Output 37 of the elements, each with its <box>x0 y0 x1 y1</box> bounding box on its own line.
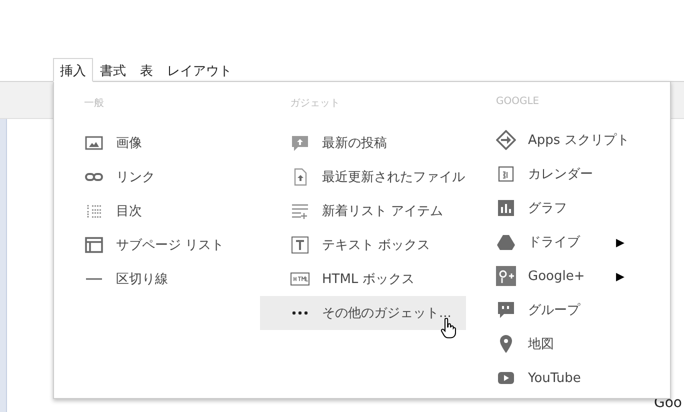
menu-item[interactable]: ドライブ ▶ <box>466 225 672 259</box>
menu-item[interactable]: Apps スクリプト <box>466 123 672 157</box>
post-icon <box>290 133 310 153</box>
submenu-arrow: ▶ <box>616 236 624 248</box>
menu-tab[interactable]: 書式 <box>93 58 133 81</box>
menu-item[interactable]: サブページ リスト <box>54 228 260 262</box>
menu-item[interactable]: 最新の投稿 <box>260 126 466 160</box>
menu-section-heading: GOOGLE <box>496 96 540 107</box>
menu-tab[interactable]: 挿入 <box>53 58 93 82</box>
menu-item[interactable]: テキスト ボックス <box>260 228 466 262</box>
menu-item[interactable]: 新着リスト アイテム <box>260 194 466 228</box>
bar-chart-icon <box>496 198 516 218</box>
layout-icon <box>84 235 104 255</box>
menu-item[interactable]: 地図 <box>466 327 672 361</box>
speech-bubble-icon <box>496 300 516 320</box>
menu-section-heading: ガジェット <box>290 97 340 110</box>
menu-section-heading: 一般 <box>84 97 104 110</box>
submenu-arrow: ▶ <box>616 270 624 282</box>
hand-cursor-icon <box>440 318 456 340</box>
menu-item[interactable]: HTML ボックス <box>260 262 466 296</box>
menu-item[interactable]: グラフ <box>466 191 672 225</box>
menu-item[interactable]: 画像 <box>54 126 260 160</box>
line-icon <box>86 278 102 280</box>
menu-item[interactable]: YouTube <box>466 361 672 395</box>
menu-item[interactable]: 目次 <box>54 194 260 228</box>
menu-tab[interactable]: レイアウト <box>160 58 239 81</box>
menu-tab[interactable]: 表 <box>133 58 160 81</box>
menu-item[interactable]: 区切り線 <box>54 262 260 296</box>
menu-item[interactable]: 最近更新されたファイル <box>260 160 466 194</box>
text-box-icon <box>290 235 310 255</box>
diamond-arrow-icon <box>496 130 516 150</box>
calendar-icon <box>496 164 516 184</box>
menu-item[interactable]: グループ <box>466 293 672 327</box>
more-icon <box>292 311 308 315</box>
menu-item[interactable]: リンク <box>54 160 260 194</box>
menu-item[interactable]: カレンダー <box>466 157 672 191</box>
menu-item[interactable]: Google+ ▶ <box>466 259 672 293</box>
